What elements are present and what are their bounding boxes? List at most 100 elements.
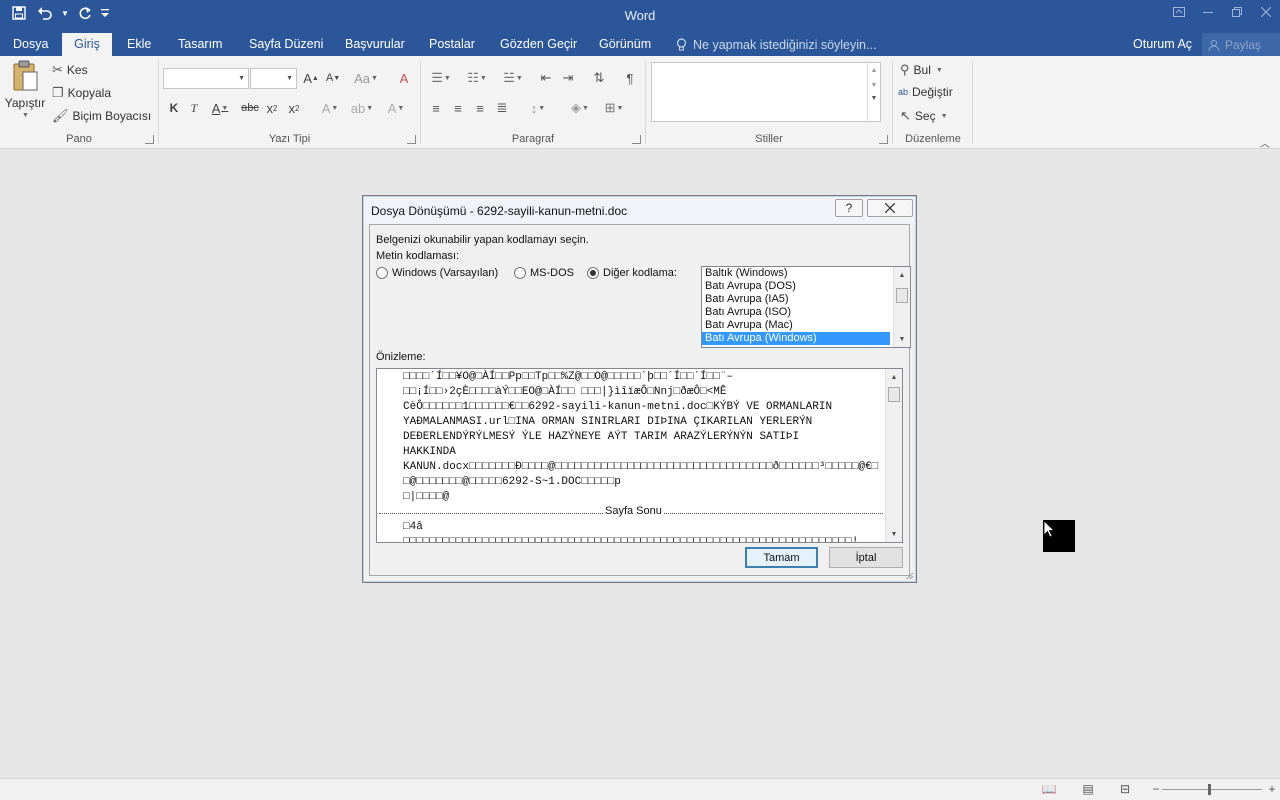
superscript-icon[interactable]: x2 bbox=[283, 98, 305, 118]
dialog-close-button[interactable] bbox=[867, 199, 913, 217]
highlight-icon[interactable]: ab ▼ bbox=[347, 98, 377, 118]
encoding-scrollbar[interactable]: ▲ ▼ bbox=[893, 267, 910, 347]
cut-button[interactable]: ✂ Kes bbox=[52, 62, 88, 78]
subscript-icon[interactable]: x2 bbox=[261, 98, 283, 118]
tab-file[interactable]: Dosya bbox=[7, 33, 54, 56]
radio-msdos[interactable]: MS-DOS bbox=[514, 267, 574, 279]
window-controls bbox=[1164, 0, 1280, 24]
chevron-up-icon[interactable]: ▲ bbox=[868, 67, 880, 74]
scroll-thumb[interactable] bbox=[896, 288, 908, 303]
align-center-icon[interactable]: ≡ bbox=[447, 98, 469, 118]
align-left-icon[interactable]: ≡ bbox=[425, 98, 447, 118]
styles-gallery[interactable]: ▲ ▼ ▼ bbox=[651, 62, 881, 122]
list-item[interactable]: Batı Avrupa (Mac) bbox=[702, 319, 890, 332]
dialog-titlebar: Dosya Dönüşümü - 6292-sayili-kanun-metni… bbox=[364, 197, 915, 224]
list-item[interactable]: Baltık (Windows) bbox=[702, 267, 890, 280]
close-icon[interactable] bbox=[1251, 0, 1280, 24]
italic-icon[interactable]: T bbox=[183, 98, 205, 118]
share-button[interactable]: Paylaş bbox=[1202, 33, 1280, 56]
search-icon: ⚲ bbox=[900, 62, 910, 77]
justify-icon[interactable]: ≣ bbox=[491, 98, 513, 118]
encoding-listbox[interactable]: Baltık (Windows) Batı Avrupa (DOS) Batı … bbox=[701, 266, 911, 348]
restore-icon[interactable] bbox=[1222, 0, 1251, 24]
scroll-thumb[interactable] bbox=[888, 387, 900, 402]
line-spacing-icon[interactable]: ↕ ▼ bbox=[523, 98, 553, 118]
radio-other[interactable]: Diğer kodlama: bbox=[587, 267, 677, 279]
tab-home[interactable]: Giriş bbox=[62, 33, 112, 56]
zoom-in-icon[interactable]: + bbox=[1264, 782, 1280, 796]
preview-scrollbar[interactable]: ▲ ▼ bbox=[885, 369, 902, 542]
sort-icon[interactable]: ⇅ bbox=[588, 68, 610, 88]
grow-font-icon[interactable]: A ▲ bbox=[300, 68, 322, 88]
paste-dropdown-icon[interactable]: ▼ bbox=[22, 112, 29, 119]
styles-launcher-icon[interactable] bbox=[879, 135, 888, 144]
font-size-combo[interactable]: ▼ bbox=[250, 68, 297, 89]
align-right-icon[interactable]: ≡ bbox=[469, 98, 491, 118]
scroll-down-icon[interactable]: ▼ bbox=[894, 332, 910, 346]
preview-line: □|□□□□@ bbox=[403, 491, 450, 503]
multilevel-list-icon[interactable]: ☱ ▼ bbox=[497, 68, 529, 88]
font-name-combo[interactable]: ▼ bbox=[163, 68, 249, 89]
tab-references[interactable]: Başvurular bbox=[339, 33, 411, 56]
list-item-selected[interactable]: Batı Avrupa (Windows) bbox=[702, 332, 890, 345]
cancel-button[interactable]: İptal bbox=[829, 547, 903, 568]
styles-gallery-scroll[interactable]: ▲ ▼ ▼ bbox=[867, 63, 880, 121]
text-effects-icon[interactable]: A ▼ bbox=[315, 98, 345, 118]
numbering-icon[interactable]: ☷ ▼ bbox=[461, 68, 493, 88]
font-color-icon[interactable]: A ▼ bbox=[381, 98, 411, 118]
tab-design[interactable]: Tasarım bbox=[172, 33, 228, 56]
bullets-icon[interactable]: ☰ ▼ bbox=[425, 68, 457, 88]
strikethrough-icon[interactable]: abc bbox=[239, 98, 261, 118]
increase-indent-icon[interactable]: ⇥ bbox=[557, 68, 579, 88]
tab-review[interactable]: Gözden Geçir bbox=[494, 33, 583, 56]
borders-icon[interactable]: ⊞ ▼ bbox=[599, 98, 629, 118]
find-button[interactable]: ⚲ Bul ▼ bbox=[900, 62, 943, 78]
pilcrow-icon[interactable]: ¶ bbox=[619, 68, 641, 88]
paragraph-launcher-icon[interactable] bbox=[632, 135, 641, 144]
format-painter-icon: 🖌 bbox=[52, 108, 69, 123]
format-painter-button[interactable]: 🖌 Biçim Boyacısı bbox=[52, 108, 151, 124]
tell-me-box[interactable]: Ne yapmak istediğinizi söyleyin... bbox=[676, 33, 876, 56]
clear-formatting-icon[interactable]: A bbox=[393, 68, 415, 88]
scroll-up-icon[interactable]: ▲ bbox=[886, 370, 902, 384]
change-case-icon[interactable]: Aa ▼ bbox=[351, 68, 381, 88]
radio-windows[interactable]: Windows (Varsayılan) bbox=[376, 267, 498, 279]
tab-insert[interactable]: Ekle bbox=[121, 33, 157, 56]
zoom-slider-thumb[interactable] bbox=[1208, 784, 1211, 795]
shading-icon[interactable]: ◈ ▼ bbox=[565, 98, 595, 118]
tab-layout[interactable]: Sayfa Düzeni bbox=[243, 33, 329, 56]
underline-icon[interactable]: A ▼ bbox=[204, 98, 236, 118]
replace-button[interactable]: ab Değiştir bbox=[898, 85, 953, 99]
shrink-font-icon[interactable]: A ▼ bbox=[322, 68, 344, 88]
preview-pane: □□□□´Í□□¥O@□ÀÍ□□Pp□□Tp□□%Z@□□O@□□□□□`þ□□… bbox=[376, 368, 903, 543]
read-mode-icon[interactable]: 📖 bbox=[1041, 782, 1057, 796]
more-styles-icon[interactable]: ▼ bbox=[868, 95, 880, 102]
web-layout-icon[interactable]: ⊟ bbox=[1117, 782, 1133, 796]
ribbon-tabs: Dosya Giriş Ekle Tasarım Sayfa Düzeni Ba… bbox=[0, 33, 1280, 56]
tab-mailings[interactable]: Postalar bbox=[423, 33, 481, 56]
paste-button[interactable]: Yapıştır ▼ bbox=[4, 60, 46, 119]
clipboard-launcher-icon[interactable] bbox=[145, 135, 154, 144]
copy-button[interactable]: ❐ Kopyala bbox=[52, 85, 111, 101]
bold-icon[interactable]: K bbox=[163, 98, 185, 118]
chevron-down-icon[interactable]: ▼ bbox=[868, 82, 880, 89]
help-button[interactable]: ? bbox=[835, 199, 863, 217]
resize-grip-icon[interactable] bbox=[904, 570, 914, 580]
print-layout-icon[interactable]: ▤ bbox=[1080, 782, 1096, 796]
list-item[interactable]: Batı Avrupa (DOS) bbox=[702, 280, 890, 293]
select-button[interactable]: ↖ Seç ▼ bbox=[900, 108, 948, 124]
minimize-icon[interactable] bbox=[1193, 0, 1222, 24]
font-launcher-icon[interactable] bbox=[407, 135, 416, 144]
select-label: Seç bbox=[914, 109, 936, 123]
list-item[interactable]: Batı Avrupa (IA5) bbox=[702, 293, 890, 306]
scroll-down-icon[interactable]: ▼ bbox=[886, 527, 902, 541]
decrease-indent-icon[interactable]: ⇤ bbox=[535, 68, 557, 88]
list-item[interactable]: Batı Avrupa (ISO) bbox=[702, 306, 890, 319]
tab-view[interactable]: Görünüm bbox=[593, 33, 657, 56]
collapse-ribbon-icon[interactable]: ︿ bbox=[1260, 135, 1270, 150]
ok-button[interactable]: Tamam bbox=[745, 547, 818, 568]
ribbon-display-options-icon[interactable] bbox=[1164, 0, 1193, 24]
scroll-up-icon[interactable]: ▲ bbox=[894, 268, 910, 282]
sign-in-link[interactable]: Oturum Aç bbox=[1133, 33, 1192, 56]
zoom-slider[interactable] bbox=[1162, 789, 1262, 790]
